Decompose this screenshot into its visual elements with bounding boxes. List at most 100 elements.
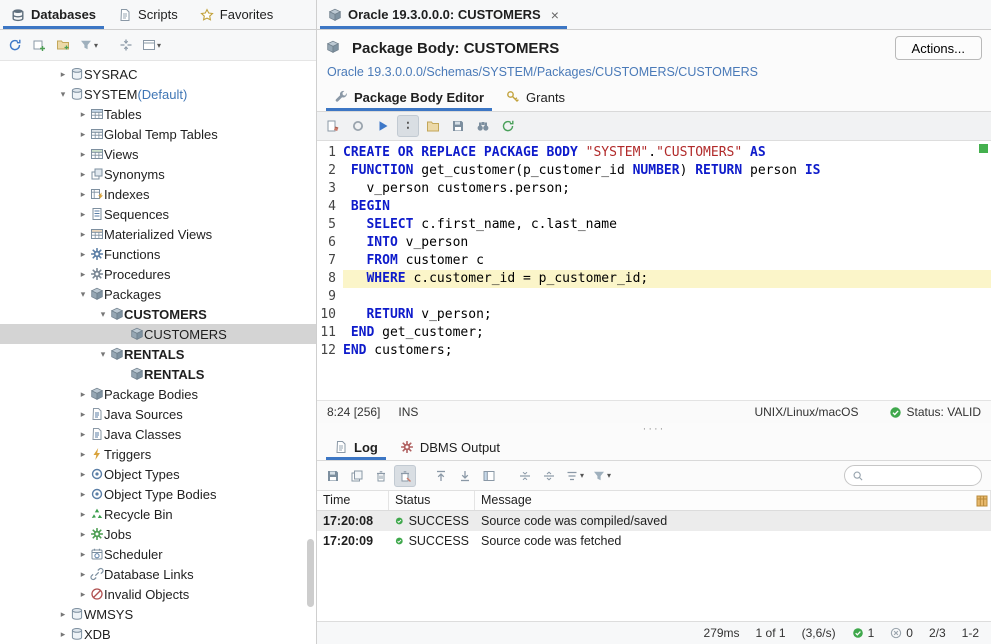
chevron-right-icon[interactable]: ▸	[76, 429, 90, 440]
expand-rows-icon[interactable]	[538, 465, 560, 487]
chevron-right-icon[interactable]: ▸	[76, 449, 90, 460]
chevron-right-icon[interactable]: ▸	[76, 209, 90, 220]
tree-item-functions[interactable]: ▸Functions	[0, 244, 316, 264]
collapse-rows-icon[interactable]	[514, 465, 536, 487]
editor-tab-oracle-customers[interactable]: Oracle 19.3.0.0.0: CUSTOMERS ×	[317, 0, 570, 29]
tree-item-sequences[interactable]: ▸Sequences	[0, 204, 316, 224]
tree-item-java-classes[interactable]: ▸Java Classes	[0, 424, 316, 444]
actions-button[interactable]: Actions...	[895, 36, 982, 60]
code-line-5[interactable]: 5 SELECT c.first_name, c.last_name	[317, 216, 991, 234]
tree-item-rentals[interactable]: RENTALS	[0, 364, 316, 384]
delimiter-toggle-icon[interactable]: ∶	[397, 115, 419, 137]
tree-item-rentals[interactable]: ▾RENTALS	[0, 344, 316, 364]
chevron-right-icon[interactable]: ▸	[76, 489, 90, 500]
column-header-message[interactable]: Message	[475, 491, 991, 510]
chevron-right-icon[interactable]: ▸	[76, 509, 90, 520]
filter-icon[interactable]: ▾	[76, 34, 101, 56]
code-line-10[interactable]: 10 RETURN v_person;	[317, 306, 991, 324]
tree-item-tables[interactable]: ▸Tables	[0, 104, 316, 124]
tab-dbms-output[interactable]: DBMS Output	[389, 434, 511, 460]
log-search-input[interactable]	[868, 469, 974, 483]
code-line-8[interactable]: 8 WHERE c.customer_id = p_customer_id;	[317, 270, 991, 288]
chevron-right-icon[interactable]: ▸	[76, 229, 90, 240]
tree-item-database-links[interactable]: ▸Database Links	[0, 564, 316, 584]
chevron-down-icon[interactable]: ▾	[96, 349, 110, 360]
log-row[interactable]: 17:20:08SUCCESSSource code was compiled/…	[317, 511, 991, 531]
chevron-right-icon[interactable]: ▸	[76, 109, 90, 120]
save-log-icon[interactable]	[322, 465, 344, 487]
clear-log-icon[interactable]	[370, 465, 392, 487]
chevron-down-icon[interactable]: ▾	[56, 89, 70, 100]
code-line-9[interactable]: 9	[317, 288, 991, 306]
open-file-icon[interactable]	[422, 115, 444, 137]
code-line-11[interactable]: 11 END get_customer;	[317, 324, 991, 342]
refresh-editor-icon[interactable]	[497, 115, 519, 137]
tree-item-object-types[interactable]: ▸Object Types	[0, 464, 316, 484]
chevron-right-icon[interactable]: ▸	[76, 549, 90, 560]
tree-item-invalid-objects[interactable]: ▸Invalid Objects	[0, 584, 316, 604]
create-folder-icon[interactable]	[52, 34, 74, 56]
chevron-down-icon[interactable]: ▾	[96, 309, 110, 320]
code-line-12[interactable]: 12END customers;	[317, 342, 991, 360]
chevron-right-icon[interactable]: ▸	[76, 469, 90, 480]
chevron-right-icon[interactable]: ▸	[76, 129, 90, 140]
tree-item-scheduler[interactable]: ▸Scheduler	[0, 544, 316, 564]
tab-log[interactable]: Log	[323, 434, 389, 460]
tab-package-body-editor[interactable]: Package Body Editor	[323, 83, 495, 111]
save-file-icon[interactable]	[447, 115, 469, 137]
chevron-right-icon[interactable]: ▸	[76, 189, 90, 200]
pin-columns-icon[interactable]	[478, 465, 500, 487]
log-search-box[interactable]	[844, 465, 982, 486]
tree-item-wmsys[interactable]: ▸WMSYS	[0, 604, 316, 624]
tab-grants[interactable]: Grants	[495, 83, 576, 111]
tree-item-sysrac[interactable]: ▸SYSRAC	[0, 64, 316, 84]
chevron-right-icon[interactable]: ▸	[56, 629, 70, 640]
create-object-icon[interactable]	[28, 34, 50, 56]
tree-item-recycle-bin[interactable]: ▸Recycle Bin	[0, 504, 316, 524]
compile-save-icon[interactable]	[322, 115, 344, 137]
log-row[interactable]: 17:20:09SUCCESSSource code was fetched	[317, 531, 991, 551]
code-line-1[interactable]: 1CREATE OR REPLACE PACKAGE BODY "SYSTEM"…	[317, 144, 991, 162]
tree-item-customers[interactable]: ▾CUSTOMERS	[0, 304, 316, 324]
chevron-right-icon[interactable]: ▸	[56, 69, 70, 80]
log-level-icon[interactable]: ▾	[562, 465, 587, 487]
tree-scrollbar-thumb[interactable]	[307, 539, 314, 607]
scroll-to-top-icon[interactable]	[430, 465, 452, 487]
code-line-2[interactable]: 2 FUNCTION get_customer(p_customer_id NU…	[317, 162, 991, 180]
tree-item-system[interactable]: ▾SYSTEM (Default)	[0, 84, 316, 104]
column-header-status[interactable]: Status	[389, 491, 475, 510]
chevron-right-icon[interactable]: ▸	[76, 149, 90, 160]
code-line-4[interactable]: 4 BEGIN	[317, 198, 991, 216]
tree-item-views[interactable]: ▸Views	[0, 144, 316, 164]
breadcrumb[interactable]: Oracle 19.3.0.0.0/Schemas/SYSTEM/Package…	[317, 62, 991, 83]
chevron-right-icon[interactable]: ▸	[76, 249, 90, 260]
log-filter-icon[interactable]: ▾	[589, 465, 614, 487]
tree-item-materialized-views[interactable]: ▸Materialized Views	[0, 224, 316, 244]
tree-item-synonyms[interactable]: ▸Synonyms	[0, 164, 316, 184]
chevron-right-icon[interactable]: ▸	[76, 529, 90, 540]
chevron-right-icon[interactable]: ▸	[76, 569, 90, 580]
tree-item-java-sources[interactable]: ▸Java Sources	[0, 404, 316, 424]
chevron-right-icon[interactable]: ▸	[76, 389, 90, 400]
tree-item-xdb[interactable]: ▸XDB	[0, 624, 316, 644]
workspace-tab-favorites[interactable]: Favorites	[189, 0, 284, 29]
tree-item-triggers[interactable]: ▸Triggers	[0, 444, 316, 464]
reconnect-icon[interactable]	[4, 34, 26, 56]
code-line-6[interactable]: 6 INTO v_person	[317, 234, 991, 252]
chevron-right-icon[interactable]: ▸	[76, 169, 90, 180]
copy-log-icon[interactable]	[346, 465, 368, 487]
scroll-to-end-icon[interactable]	[454, 465, 476, 487]
clear-all-icon[interactable]	[394, 465, 416, 487]
column-header-time[interactable]: Time	[317, 491, 389, 510]
chevron-right-icon[interactable]: ▸	[76, 269, 90, 280]
tree-item-jobs[interactable]: ▸Jobs	[0, 524, 316, 544]
tree-item-packages[interactable]: ▾Packages	[0, 284, 316, 304]
tree-item-procedures[interactable]: ▸Procedures	[0, 264, 316, 284]
collapse-all-icon[interactable]	[115, 34, 137, 56]
chevron-right-icon[interactable]: ▸	[56, 609, 70, 620]
tree-item-customers[interactable]: CUSTOMERS	[0, 324, 316, 344]
panel-splitter-handle[interactable]: ····	[317, 423, 991, 434]
window-layout-icon[interactable]: ▾	[139, 34, 164, 56]
record-icon[interactable]	[347, 115, 369, 137]
workspace-tab-scripts[interactable]: Scripts	[107, 0, 189, 29]
